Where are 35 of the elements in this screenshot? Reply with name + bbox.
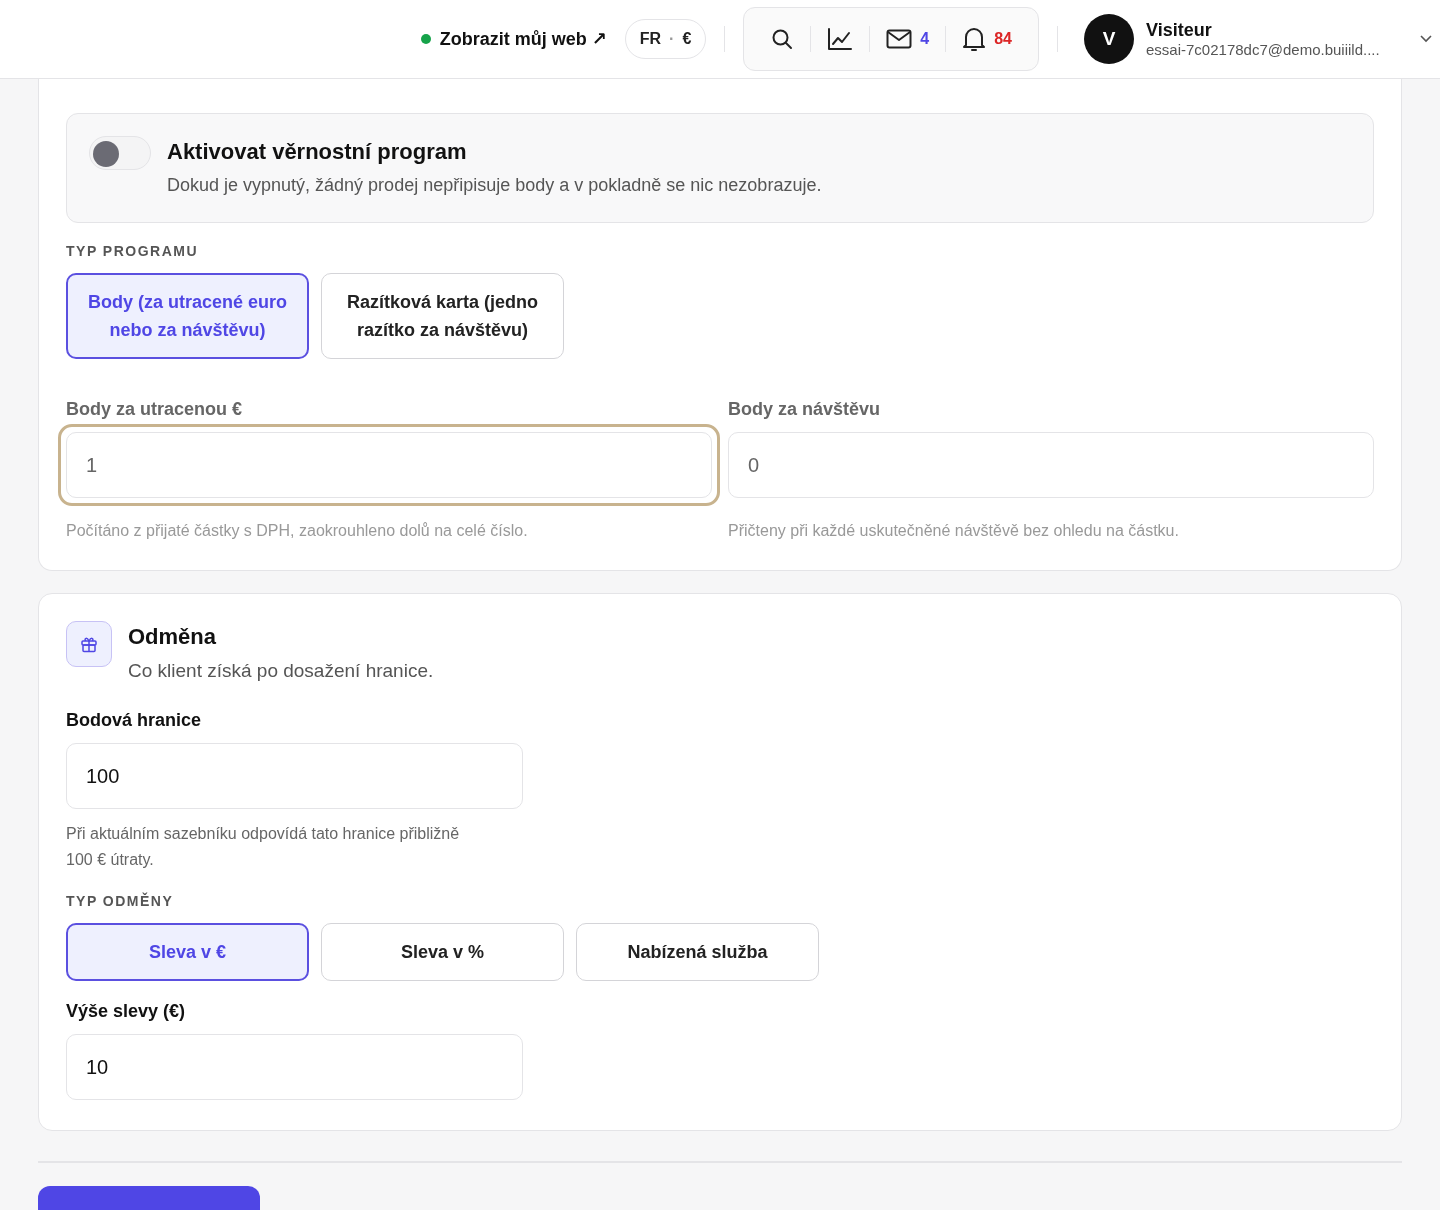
section-label: TYP ODMĚNY bbox=[66, 893, 175, 909]
bell-icon bbox=[962, 26, 987, 52]
chevron-down-icon[interactable] bbox=[1420, 35, 1432, 43]
user-name: Visiteur bbox=[1146, 20, 1213, 41]
reward-type-option[interactable]: Sleva v € bbox=[66, 923, 309, 981]
section-subtitle: Co klient získá po dosažení hranice. bbox=[128, 660, 434, 682]
field-hint: Při aktuálním sazebníku odpovídá tato hranice přibližně 100 € útraty. bbox=[66, 824, 461, 870]
program-type-option[interactable]: Razítková karta (jedno razítko za návštěvu) bbox=[321, 273, 564, 359]
toggle-title: Aktivovat věrnostní program bbox=[167, 139, 468, 165]
section-label: TYP PROGRAMU bbox=[66, 243, 200, 259]
input-field[interactable]: 10 bbox=[66, 1034, 523, 1100]
mail-icon bbox=[886, 29, 913, 49]
toggle-description: Dokud je vypnutý, žádný prodej nepřipisuje body a v pokladně se nic nezobrazuje. bbox=[167, 175, 822, 196]
field-label: Bodová hranice bbox=[66, 710, 203, 731]
section-title: Odměna bbox=[128, 624, 218, 650]
input-field[interactable]: 1 bbox=[58, 424, 720, 506]
field-hint: Přičteny při každé uskutečněné návštěvě bez ohledu na částku. bbox=[728, 522, 1180, 540]
messages-button[interactable]: 4 bbox=[870, 19, 946, 59]
user-avatar[interactable]: V bbox=[1084, 14, 1134, 64]
line-chart-icon bbox=[827, 27, 854, 51]
field-label: Body za utracenou € bbox=[66, 399, 244, 420]
field-label: Výše slevy (€) bbox=[66, 1001, 187, 1022]
user-email: essai-7c02178dc7@demo.buiiild.... bbox=[1146, 41, 1381, 58]
reward-type-option[interactable]: Sleva v % bbox=[321, 923, 564, 981]
field-hint: Počítáno z přijaté částky s DPH, zaokrouhleno dolů na celé číslo. bbox=[66, 522, 529, 540]
search-icon bbox=[770, 27, 795, 51]
notifications-button[interactable]: 84 bbox=[946, 19, 1028, 59]
reward-type-option[interactable]: Nabízená služba bbox=[576, 923, 819, 981]
toggle-switch[interactable] bbox=[89, 136, 151, 170]
gift-icon bbox=[80, 635, 98, 653]
view-site-link[interactable]: Zobrazit můj web ↗ bbox=[439, 28, 607, 50]
program-type-option[interactable]: Body (za utracené euro nebo za návštěvu) bbox=[66, 273, 309, 359]
field-label: Body za návštěvu bbox=[728, 399, 882, 420]
locale-currency-button[interactable]: FR · € bbox=[624, 19, 707, 59]
input-field[interactable]: 100 bbox=[66, 743, 523, 809]
